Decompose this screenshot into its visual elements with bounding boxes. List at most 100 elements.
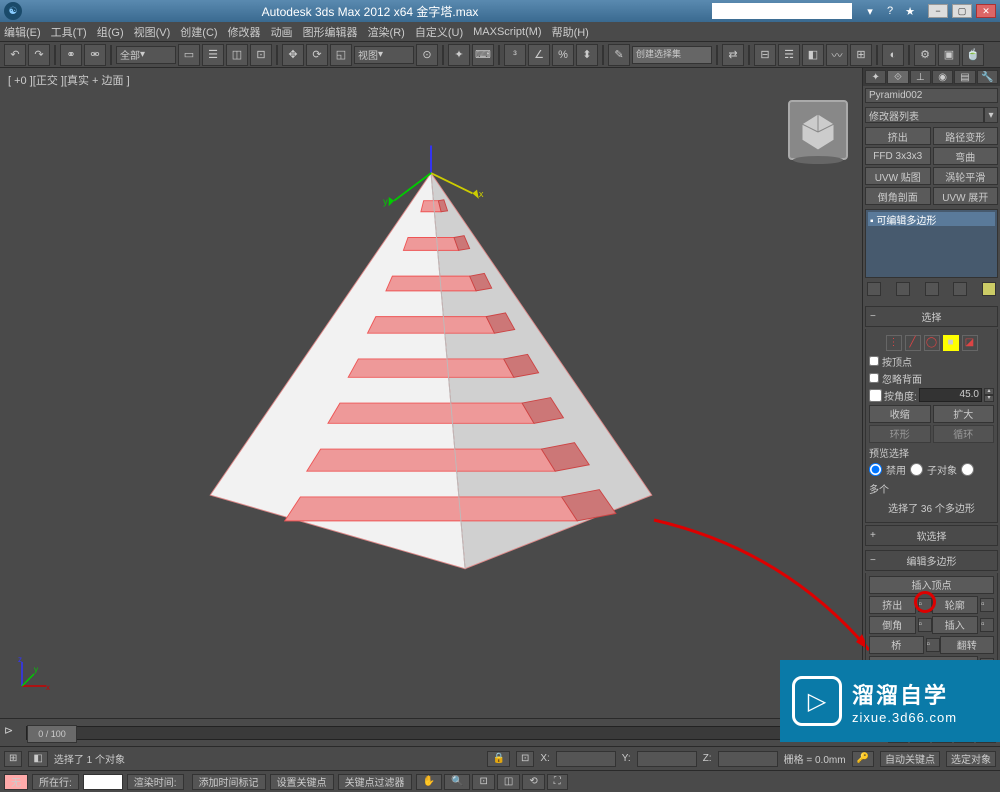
element-subobj-icon[interactable]: ◪	[962, 335, 978, 351]
bevel-settings-button[interactable]: ▫	[918, 618, 932, 632]
isolate-icon[interactable]: ◧	[28, 751, 47, 767]
window-crossing-button[interactable]: ⊡	[250, 44, 272, 66]
percent-snap-button[interactable]: %	[552, 44, 574, 66]
selected-target-dropdown[interactable]: 选定对象	[946, 751, 996, 767]
by-angle-checkbox[interactable]	[869, 389, 882, 402]
outline-button[interactable]: 轮廓	[932, 596, 979, 614]
select-button[interactable]: ▭	[178, 44, 200, 66]
transform-type-icon[interactable]: ⊡	[516, 751, 534, 767]
pin-stack-icon[interactable]	[867, 282, 881, 296]
viewport-label[interactable]: [ +0 ][正交 ][真实 + 边面 ]	[8, 72, 130, 88]
material-editor-button[interactable]: ◐	[882, 44, 904, 66]
loop-button[interactable]: 循环	[933, 425, 995, 443]
lock-icon[interactable]: ⊞	[4, 751, 22, 767]
ring-button[interactable]: 环形	[869, 425, 931, 443]
menu-tools[interactable]: 工具(T)	[51, 24, 87, 40]
zoom-extents-button[interactable]: ⊡	[472, 774, 494, 790]
modifier-list-dropdown[interactable]: 修改器列表 ▾	[865, 107, 998, 123]
align-button[interactable]: ⊟	[754, 44, 776, 66]
select-region-button[interactable]: ◫	[226, 44, 248, 66]
minimize-button[interactable]: −	[928, 4, 948, 18]
graphite-button[interactable]: ◧	[802, 44, 824, 66]
y-coord-input[interactable]	[637, 751, 697, 767]
script-mini-listener-none[interactable]: 无	[4, 774, 28, 790]
viewport[interactable]: z x y z x y	[4, 90, 858, 714]
help-star-icon[interactable]: ★	[902, 3, 918, 19]
menu-modifiers[interactable]: 修改器	[228, 24, 261, 40]
current-line-input[interactable]	[83, 774, 123, 790]
ignore-backfacing-checkbox[interactable]	[869, 373, 879, 383]
spinner-snap-button[interactable]: ⬍	[576, 44, 598, 66]
inset-settings-button[interactable]: ▫	[980, 618, 994, 632]
named-selection-set[interactable]: 创建选择集	[632, 46, 712, 64]
set-key-button[interactable]: 设置关键点	[270, 774, 334, 790]
bevel-button[interactable]: 倒角	[869, 616, 916, 634]
time-slider-track[interactable]: 0 / 100	[26, 726, 884, 740]
object-name-field[interactable]: Pyramid002	[865, 88, 998, 103]
preview-subobj-radio[interactable]	[910, 463, 923, 476]
insert-vertex-button[interactable]: 插入顶点	[869, 576, 994, 594]
mod-uvwunwrap-button[interactable]: UVW 展开	[933, 187, 999, 205]
display-tab[interactable]: ▤	[954, 70, 975, 84]
modifier-stack[interactable]: ▪ 可编辑多边形	[865, 209, 998, 278]
z-coord-input[interactable]	[718, 751, 778, 767]
menu-group[interactable]: 组(G)	[97, 24, 124, 40]
menu-render[interactable]: 渲染(R)	[368, 24, 405, 40]
mod-ffd-button[interactable]: FFD 3x3x3	[865, 147, 931, 165]
utilities-tab[interactable]: 🔧	[977, 70, 998, 84]
extrude-button[interactable]: 挤出	[869, 596, 916, 614]
schematic-button[interactable]: ⊞	[850, 44, 872, 66]
help-search-input[interactable]	[712, 3, 852, 19]
fov-button[interactable]: ◫	[497, 774, 520, 790]
render-setup-button[interactable]: ⚙	[914, 44, 936, 66]
scale-button[interactable]: ◱	[330, 44, 352, 66]
unlink-button[interactable]: ⚮	[84, 44, 106, 66]
menu-help[interactable]: 帮助(H)	[552, 24, 589, 40]
add-time-tag-button[interactable]: 添加时间标记	[192, 774, 266, 790]
menu-edit[interactable]: 编辑(E)	[4, 24, 41, 40]
pan-view-button[interactable]: ✋	[416, 774, 442, 790]
key-filter-button[interactable]: 关键点过滤器	[338, 774, 412, 790]
rollout-selection-header[interactable]: −选择	[865, 306, 998, 327]
selection-filter[interactable]: 全部 ▾	[116, 46, 176, 64]
hierarchy-tab[interactable]: ⊥	[910, 70, 931, 84]
stack-editable-poly[interactable]: ▪ 可编辑多边形	[868, 212, 995, 226]
preview-disable-radio[interactable]	[869, 463, 882, 476]
extrude-settings-button[interactable]: ▫	[918, 598, 932, 612]
menu-create[interactable]: 创建(C)	[180, 24, 217, 40]
maximize-viewport-button[interactable]: ⛶	[547, 774, 568, 790]
render-frame-button[interactable]: ▣	[938, 44, 960, 66]
menu-maxscript[interactable]: MAXScript(M)	[473, 26, 541, 38]
configure-sets-icon[interactable]	[982, 282, 996, 296]
mod-pathdeform-button[interactable]: 路径变形	[933, 127, 999, 145]
bridge-settings-button[interactable]: ▫	[926, 638, 940, 652]
pivot-button[interactable]: ⊙	[416, 44, 438, 66]
rollout-edit-polygons-header[interactable]: −编辑多边形	[865, 550, 998, 571]
menu-animation[interactable]: 动画	[271, 24, 293, 40]
manipulate-button[interactable]: ✦	[448, 44, 470, 66]
remove-modifier-icon[interactable]	[953, 282, 967, 296]
grow-button[interactable]: 扩大	[933, 405, 995, 423]
snap-toggle-button[interactable]: ³	[504, 44, 526, 66]
modify-tab[interactable]: ⟐	[887, 70, 908, 84]
rotate-button[interactable]: ⟳	[306, 44, 328, 66]
bridge-button[interactable]: 桥	[869, 636, 924, 654]
menu-customize[interactable]: 自定义(U)	[415, 24, 463, 40]
preview-multi-radio[interactable]	[961, 463, 974, 476]
make-unique-icon[interactable]	[925, 282, 939, 296]
help-dropdown-icon[interactable]: ▾	[862, 3, 878, 19]
angle-snap-button[interactable]: ∠	[528, 44, 550, 66]
help-icon[interactable]: ?	[882, 3, 898, 19]
motion-tab[interactable]: ◉	[932, 70, 953, 84]
show-end-result-icon[interactable]	[896, 282, 910, 296]
mirror-button[interactable]: ⇄	[722, 44, 744, 66]
mod-bend-button[interactable]: 弯曲	[933, 147, 999, 165]
edge-subobj-icon[interactable]: ╱	[905, 335, 921, 351]
mod-bevelprofile-button[interactable]: 倒角剖面	[865, 187, 931, 205]
polygon-subobj-icon[interactable]: ■	[943, 335, 959, 351]
angle-spin-down[interactable]: ▾	[984, 395, 994, 402]
menu-graph[interactable]: 图形编辑器	[303, 24, 358, 40]
timeline-lock-icon[interactable]: ⊳	[4, 724, 22, 742]
reference-coord[interactable]: 视图 ▾	[354, 46, 414, 64]
orbit-button[interactable]: ⟲	[522, 774, 544, 790]
